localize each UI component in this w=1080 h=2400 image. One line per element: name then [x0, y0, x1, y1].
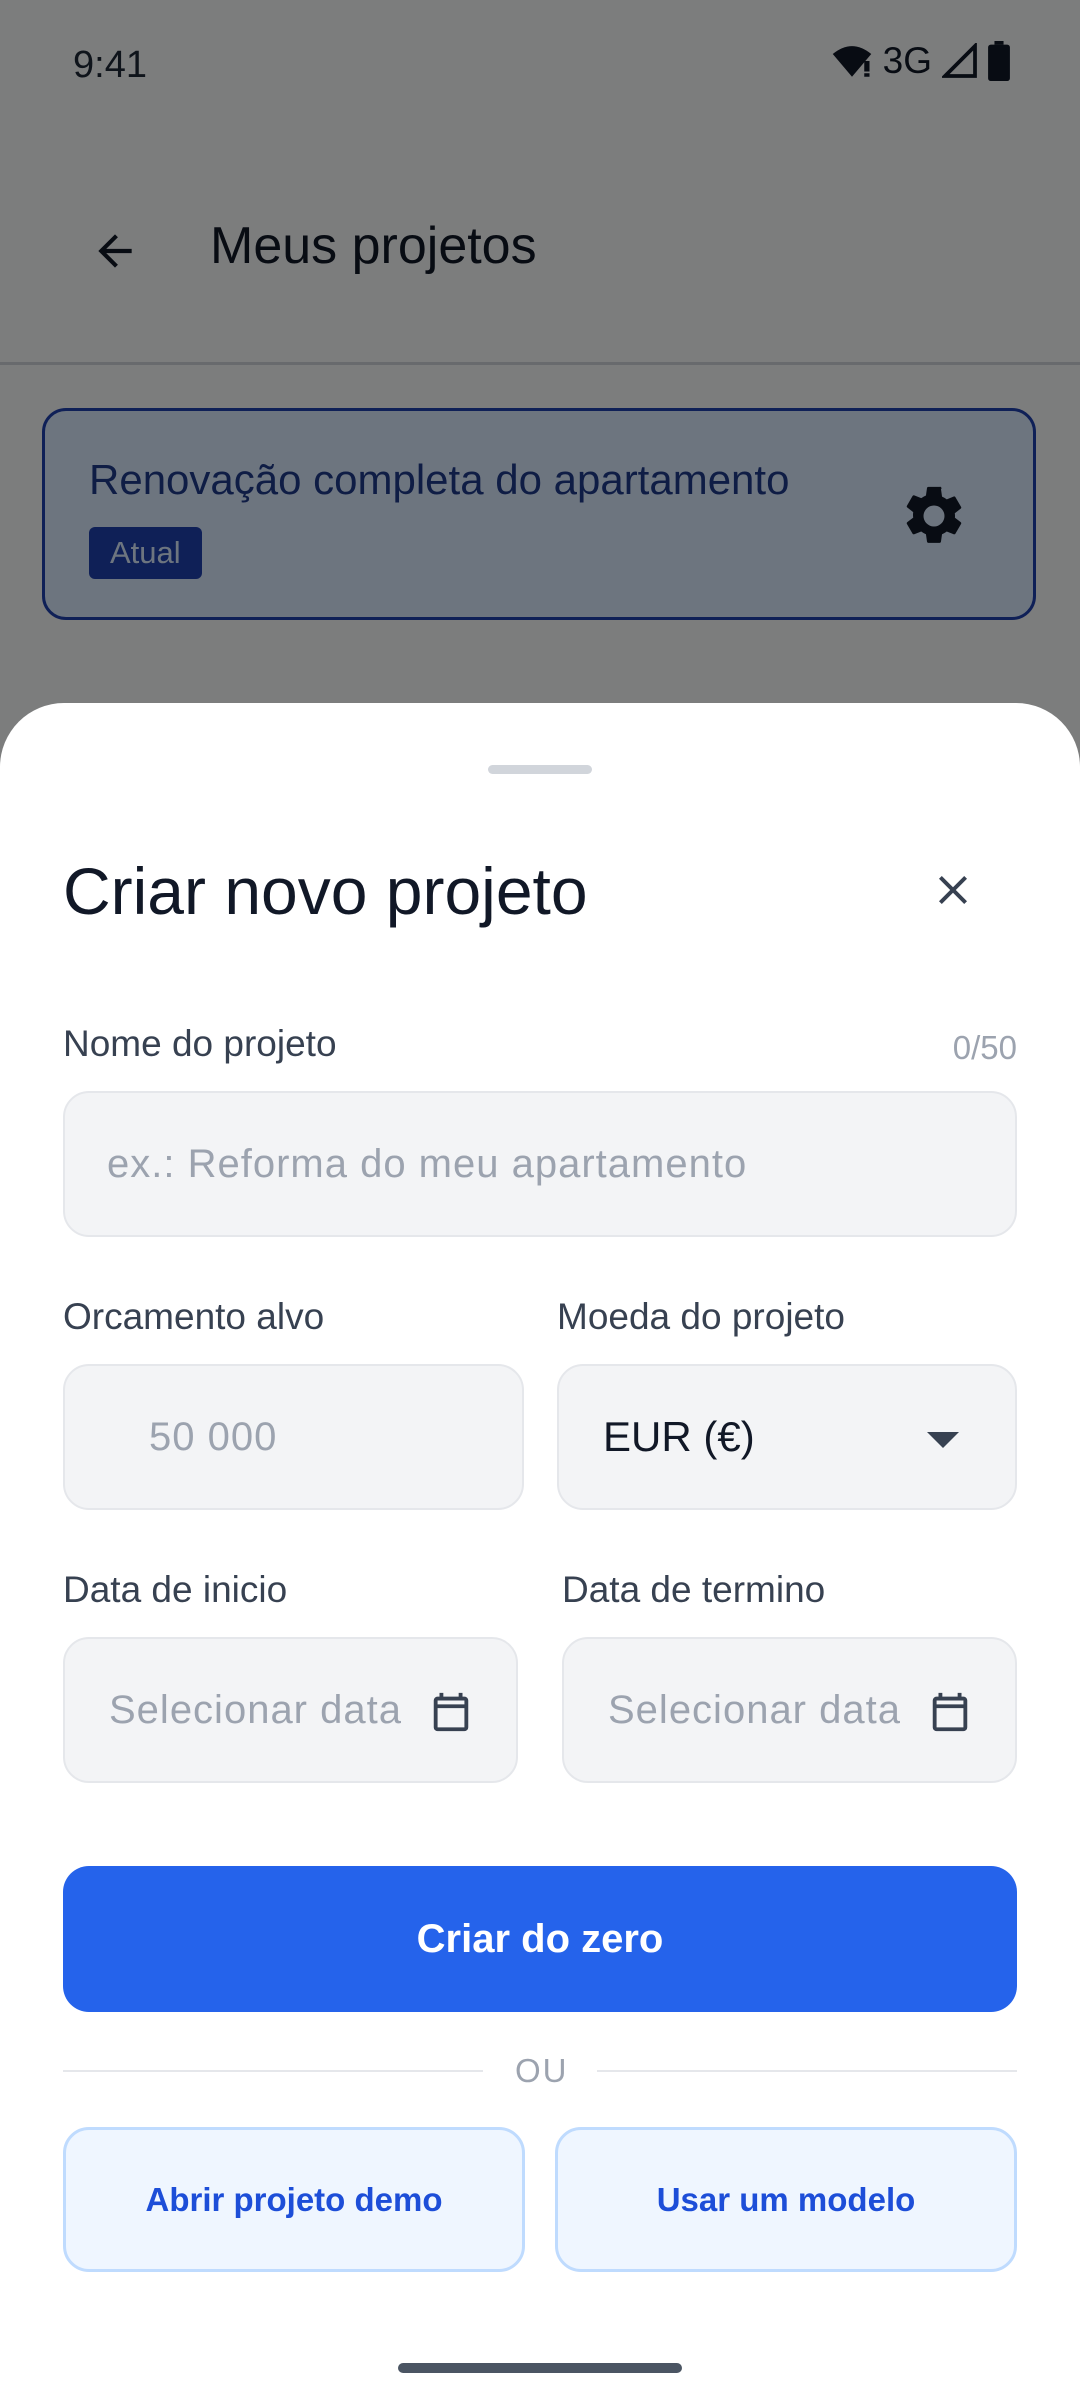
close-icon: [939, 876, 967, 904]
divider-left: [63, 2070, 483, 2072]
create-project-sheet: Criar novo projeto Nome do projeto 0/50 …: [0, 703, 1080, 2400]
character-counter: 0/50: [952, 1029, 1017, 1066]
calendar-icon: [932, 1692, 968, 1732]
dropdown-arrow-icon: [927, 1432, 959, 1448]
home-indicator: [398, 2363, 682, 2373]
close-button[interactable]: [918, 855, 988, 925]
project-name-field: [63, 1091, 1017, 1237]
end-date-placeholder: Selecionar data: [608, 1687, 901, 1732]
budget-input[interactable]: [65, 1366, 522, 1508]
budget-label: Orcamento alvo: [63, 1296, 325, 1337]
start-date-label: Data de inicio: [63, 1569, 288, 1610]
drag-handle[interactable]: [488, 765, 592, 774]
create-from-scratch-button[interactable]: Criar do zero: [63, 1866, 1017, 2012]
open-demo-project-button[interactable]: Abrir projeto demo: [63, 2127, 525, 2272]
calendar-icon: [433, 1692, 469, 1732]
start-date-placeholder: Selecionar data: [109, 1687, 402, 1732]
end-date-field[interactable]: Selecionar data: [562, 1637, 1017, 1783]
sheet-title: Criar novo projeto: [63, 854, 588, 928]
divider-or: OU: [515, 2052, 569, 2089]
currency-value: EUR (€): [603, 1413, 755, 1460]
start-date-field[interactable]: Selecionar data: [63, 1637, 518, 1783]
end-date-label: Data de termino: [562, 1569, 826, 1610]
currency-label: Moeda do projeto: [557, 1296, 845, 1337]
project-name-input[interactable]: [65, 1093, 1015, 1235]
project-name-label: Nome do projeto: [63, 1023, 337, 1064]
budget-field: [63, 1364, 524, 1510]
use-template-button[interactable]: Usar um modelo: [555, 2127, 1017, 2272]
divider-right: [597, 2070, 1017, 2072]
currency-select[interactable]: EUR (€): [557, 1364, 1017, 1510]
